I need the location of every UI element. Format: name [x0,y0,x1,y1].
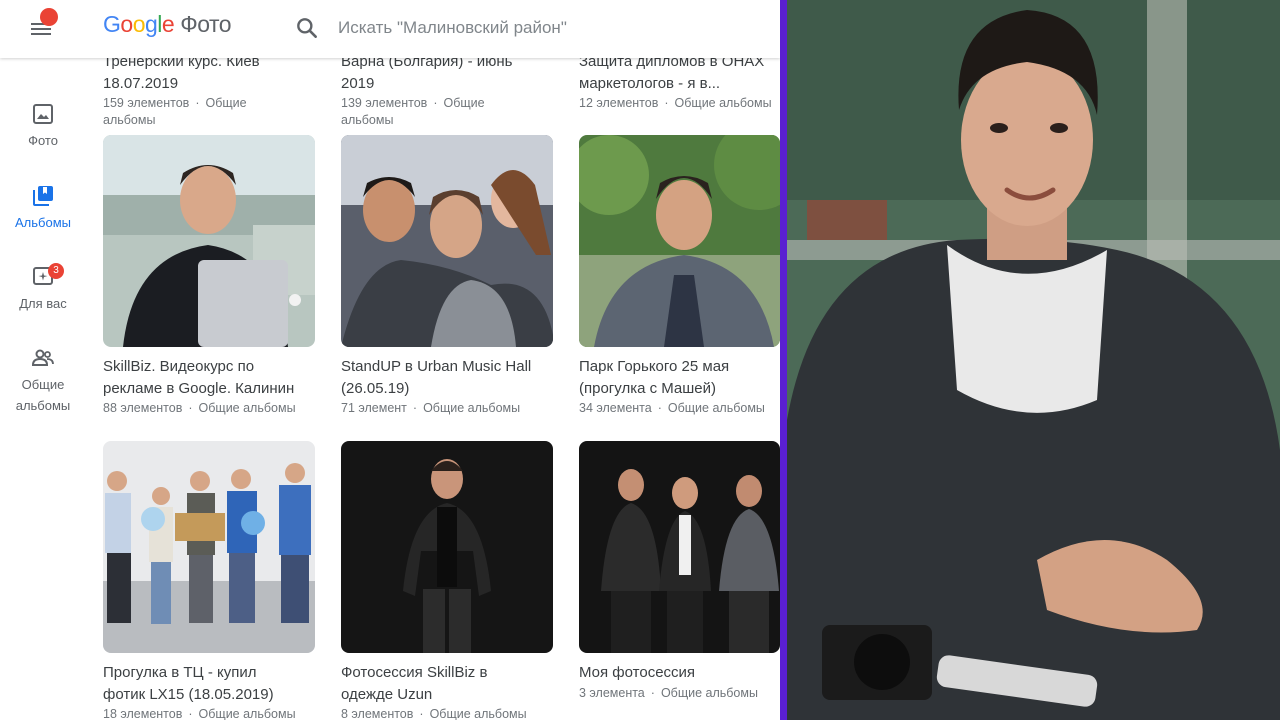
album-cover-image[interactable] [341,135,553,347]
album-meta: 12 элементов · Общие альбомы [579,96,772,110]
album-meta: 71 элемент · Общие альбомы [341,401,521,415]
notification-dot-icon [40,8,58,26]
side-navigation: Фото Альбомы Для вас 3 Общие альбомы [0,58,86,720]
notification-badge: 3 [48,263,64,279]
frame-divider [780,0,787,720]
nav-label: Для вас [19,296,67,311]
album-meta: 88 элементов · Общие альбомы [103,401,296,415]
album-title: Прогулка в ТЦ - купил фотик LX15 (18.05.2… [103,664,274,703]
album-title: Парк Горького 25 мая (прогулка с Машей) [579,358,730,397]
album-meta: 3 элемента · Общие альбомы [579,686,758,700]
nav-label: Общие [21,377,65,392]
album-title: Моя фотосессия [579,664,696,681]
album-title: SkillBiz. Видеокурс по рекламе в Google. … [103,358,295,397]
album-cover-image[interactable] [341,441,553,653]
nav-label: Фото [28,133,58,148]
album-meta: 139 элементов · Общие альбомы [341,96,485,127]
album-cover-image[interactable] [579,135,780,347]
shared-albums-icon [31,346,55,370]
album-cover-image[interactable] [103,135,315,347]
google-photos-logo[interactable]: Google Фото [103,11,232,38]
search-icon[interactable] [294,15,320,41]
album-meta: 18 элементов · Общие альбомы [103,707,296,720]
albums-grid: Тренерский курс. Киев 18.07.2019 159 элем… [0,0,780,720]
nav-item-photos[interactable]: Фото [0,102,86,151]
album-cover-image[interactable] [579,441,780,653]
nav-label: Альбомы [15,215,71,230]
album-meta: 34 элемента · Общие альбомы [579,401,765,415]
nav-label: альбомы [15,398,71,413]
presenter-video [787,0,1280,720]
album-title: StandUP в Urban Music Hall (26.05.19) [341,358,532,397]
photo-icon [31,102,55,126]
nav-item-albums[interactable]: Альбомы [0,184,86,233]
nav-item-shared-albums[interactable]: Общие альбомы [0,346,86,416]
nav-item-for-you[interactable]: Для вас 3 [0,263,86,314]
top-app-bar: Google Фото [0,0,780,58]
album-title: Фотосессия SkillBiz в одежде Uzun [341,664,488,703]
albums-icon [31,184,55,208]
album-meta: 8 элементов · Общие альбомы [341,707,527,720]
album-cover-image[interactable] [103,441,315,653]
album-meta: 159 элементов · Общие альбомы [103,96,247,127]
google-photos-app: Тренерский курс. Киев 18.07.2019 159 элем… [0,0,780,720]
search-input[interactable] [336,14,760,42]
